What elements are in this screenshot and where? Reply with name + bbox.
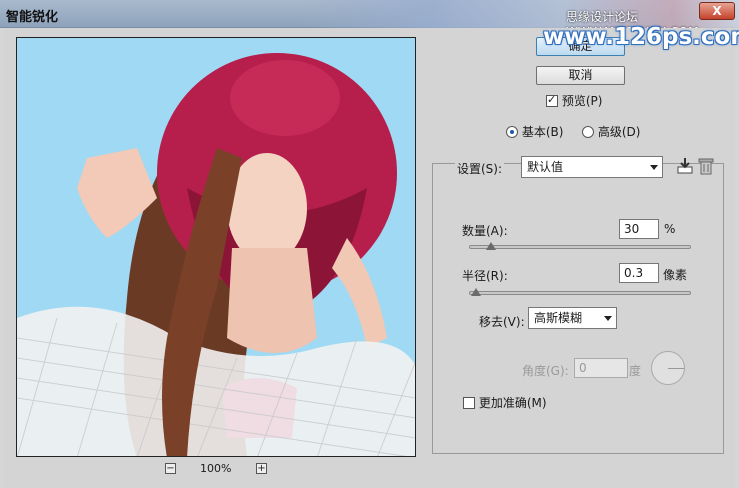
watermark-url: www.126ps.com — [543, 24, 739, 50]
more-accurate-checkbox[interactable] — [463, 396, 475, 409]
chevron-down-icon — [650, 165, 658, 170]
radius-slider[interactable] — [469, 291, 691, 295]
amount-label: 数量(A): — [462, 224, 508, 238]
zoom-level: 100% — [200, 462, 232, 475]
more-accurate-option[interactable]: 更加准确(M) — [463, 394, 547, 411]
basic-mode-option[interactable]: 基本(B) — [506, 123, 563, 140]
advanced-label: 高级(D) — [597, 125, 641, 139]
amount-unit: % — [664, 222, 676, 236]
amount-slider[interactable] — [469, 245, 691, 249]
angle-label: 角度(G): — [522, 364, 569, 378]
radius-unit: 像素 — [663, 268, 688, 282]
amount-slider-thumb[interactable] — [486, 242, 497, 250]
settings-label: 设置(S): — [455, 160, 505, 177]
remove-value: 高斯模糊 — [534, 311, 583, 325]
basic-radio[interactable] — [506, 125, 518, 138]
preview-option[interactable]: 预览(P) — [546, 92, 602, 109]
radius-label: 半径(R): — [462, 269, 508, 283]
window-title: 智能锐化 — [6, 10, 59, 25]
preview-checkbox[interactable] — [546, 93, 558, 107]
trash-icon[interactable] — [698, 157, 714, 175]
angle-input[interactable]: 0 — [574, 358, 628, 378]
settings-value: 默认值 — [527, 160, 564, 174]
basic-label: 基本(B) — [521, 125, 564, 139]
radius-input[interactable]: 0.3 — [619, 263, 659, 283]
angle-unit: 度 — [629, 364, 642, 378]
preview-photo — [17, 38, 415, 456]
settings-select[interactable]: 默认值 — [521, 156, 663, 178]
preview-image[interactable] — [16, 37, 416, 457]
amount-input[interactable]: 30 — [619, 219, 659, 239]
remove-select[interactable]: 高斯模糊 — [528, 307, 617, 329]
advanced-radio[interactable] — [582, 125, 594, 138]
save-settings-icon[interactable] — [676, 157, 694, 175]
remove-label: 移去(V): — [479, 315, 525, 329]
preview-label: 预览(P) — [561, 94, 603, 108]
chevron-down-icon — [604, 316, 612, 321]
cancel-button[interactable]: 取消 — [536, 66, 625, 85]
zoom-out-button[interactable]: − — [165, 463, 176, 474]
close-button[interactable]: X — [699, 2, 735, 20]
more-accurate-label: 更加准确(M) — [478, 396, 547, 410]
angle-dial-icon[interactable] — [651, 351, 685, 385]
zoom-in-button[interactable]: + — [256, 463, 267, 474]
radius-slider-thumb[interactable] — [470, 288, 481, 296]
advanced-mode-option[interactable]: 高级(D) — [582, 123, 640, 140]
